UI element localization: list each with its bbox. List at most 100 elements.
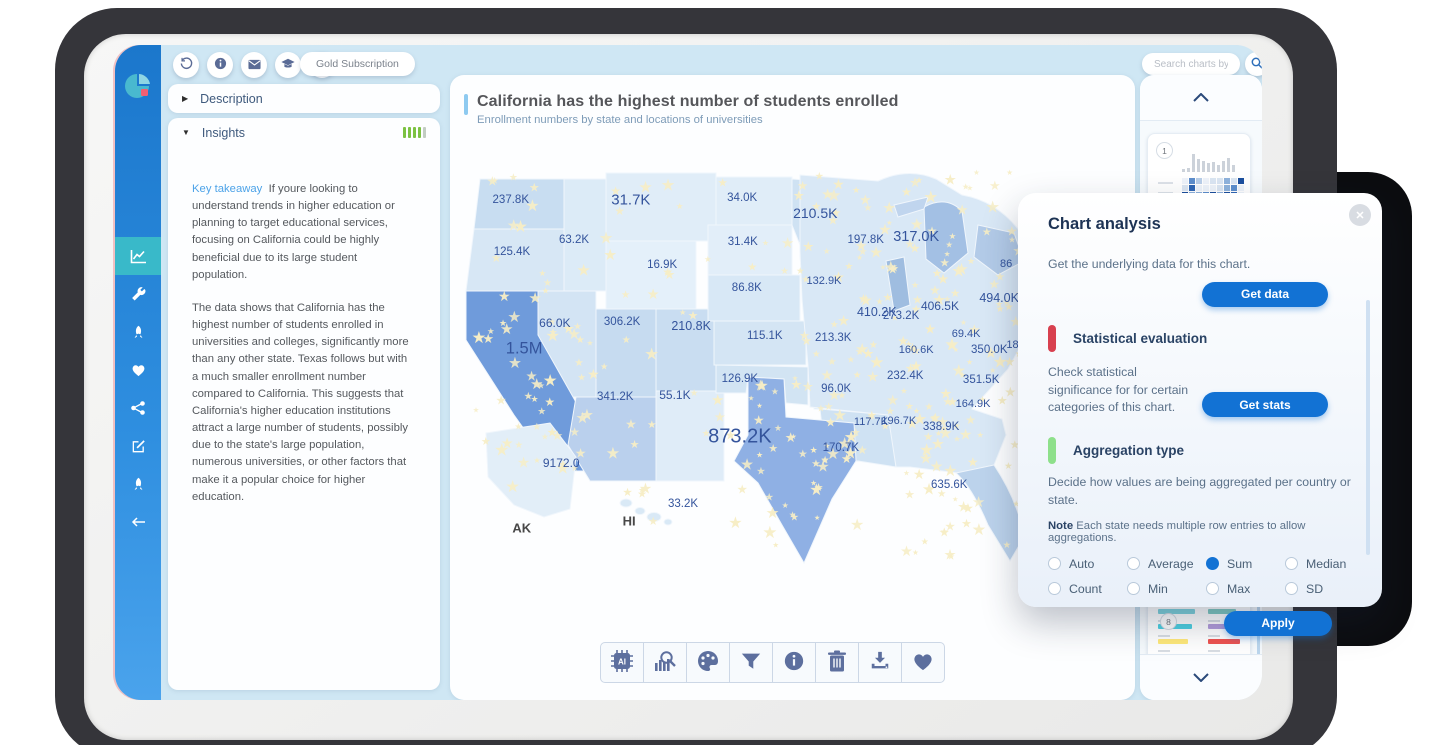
key-takeaway-label[interactable]: Key takeaway <box>192 183 262 195</box>
apply-button[interactable]: Apply <box>1224 611 1332 636</box>
us-map[interactable]: ★★★★★★★★★★★★★★★★★★★★★★★★★★★★★★★★★★★★★★★★… <box>458 165 1038 577</box>
svg-text:★: ★ <box>826 186 841 205</box>
svg-text:★: ★ <box>930 458 944 475</box>
map-value-label: 9172.0 <box>543 456 580 470</box>
download-button[interactable] <box>858 642 902 683</box>
map-value-label: 34.0K <box>727 192 757 204</box>
svg-text:★: ★ <box>529 181 540 195</box>
search-input[interactable] <box>1142 53 1240 75</box>
svg-text:★: ★ <box>972 494 986 511</box>
get-stats-button[interactable]: Get stats <box>1202 392 1328 417</box>
filter-icon <box>740 650 762 675</box>
insights-text: Key takeaway If youre looking to underst… <box>168 147 440 506</box>
scroll-down-button[interactable] <box>1140 654 1262 700</box>
svg-text:★: ★ <box>912 548 919 557</box>
svg-text:★: ★ <box>737 482 748 496</box>
close-button[interactable]: ✕ <box>1349 204 1371 226</box>
search-icon <box>1251 57 1262 72</box>
svg-text:★: ★ <box>989 178 1001 193</box>
radio-option-sd[interactable]: SD <box>1285 582 1352 596</box>
svg-text:★: ★ <box>718 177 728 189</box>
svg-text:★: ★ <box>647 287 660 303</box>
sidebar-item-back[interactable] <box>115 503 161 541</box>
radio-option-count[interactable]: Count <box>1048 582 1127 596</box>
ai-analysis-button[interactable]: AI <box>600 642 644 683</box>
scroll-up-button[interactable] <box>1140 75 1262 121</box>
sidebar-item-share[interactable] <box>115 389 161 427</box>
get-data-description: Get the underlying data for this chart. <box>1048 256 1352 274</box>
sidebar-item-edit[interactable] <box>115 427 161 465</box>
popup-scrollbar[interactable] <box>1366 300 1370 555</box>
app-logo pie-chart-logo[interactable] <box>122 71 154 103</box>
svg-text:★: ★ <box>959 427 973 444</box>
svg-text:★: ★ <box>587 367 600 383</box>
map-value-label: 350.0K <box>971 344 1007 356</box>
sidebar-item-boost[interactable] <box>115 465 161 503</box>
gold-subscription-button[interactable]: Gold Subscription <box>300 52 415 76</box>
svg-text:★: ★ <box>1004 461 1012 471</box>
svg-text:★: ★ <box>809 482 823 499</box>
svg-text:★: ★ <box>957 500 970 516</box>
svg-text:★: ★ <box>887 262 898 276</box>
sidebar-item-favorites[interactable] <box>115 351 161 389</box>
education-button[interactable] <box>275 52 301 78</box>
chart-inspect-button[interactable] <box>643 642 687 683</box>
download-icon <box>869 650 891 675</box>
svg-text:★: ★ <box>943 397 953 409</box>
svg-text:★: ★ <box>785 430 797 445</box>
map-value-label: 197.8K <box>848 234 884 246</box>
svg-text:★: ★ <box>967 455 979 470</box>
description-panel[interactable]: ▶ Description <box>168 84 440 113</box>
map-value-label: 125.4K <box>494 246 530 258</box>
chart-subtitle: Enrollment numbers by state and location… <box>477 114 898 126</box>
svg-text:★: ★ <box>952 495 958 504</box>
history-button[interactable] <box>173 52 199 78</box>
svg-text:★: ★ <box>977 430 984 439</box>
get-data-button[interactable]: Get data <box>1202 282 1328 307</box>
chart-info-button[interactable] <box>772 642 816 683</box>
map-value-label: 66.0K <box>539 316 570 330</box>
svg-text:★: ★ <box>515 440 524 451</box>
svg-text:★: ★ <box>622 487 632 499</box>
radio-option-median[interactable]: Median <box>1285 557 1352 571</box>
svg-text:★: ★ <box>574 357 584 369</box>
color-palette-button[interactable] <box>686 642 730 683</box>
radio-option-min[interactable]: Min <box>1127 582 1206 596</box>
svg-text:★: ★ <box>944 250 951 259</box>
map-value-label: 160.6K <box>899 344 934 356</box>
radio-option-max[interactable]: Max <box>1206 582 1285 596</box>
delete-chart-button[interactable] <box>815 642 859 683</box>
sidebar-nav <box>115 237 161 541</box>
svg-text:★: ★ <box>880 264 886 272</box>
radio-option-auto[interactable]: Auto <box>1048 557 1127 571</box>
filter-button[interactable] <box>729 642 773 683</box>
favorite-chart-button[interactable] <box>901 642 945 683</box>
radio-option-sum[interactable]: Sum <box>1206 557 1285 571</box>
map-value-label: 196.7K <box>881 415 916 427</box>
signal-bars-icon <box>403 127 426 138</box>
svg-text:★: ★ <box>931 436 945 453</box>
mail-button[interactable] <box>241 52 267 78</box>
stats-heading: Statistical evaluation <box>1073 331 1207 346</box>
radio-dot <box>1127 557 1140 570</box>
search-button[interactable] <box>1245 52 1262 76</box>
map-value-label: 317.0K <box>893 229 939 245</box>
svg-text:★: ★ <box>982 226 992 238</box>
svg-text:★: ★ <box>482 331 494 346</box>
sidebar-item-tools[interactable] <box>115 275 161 313</box>
map-value-label: 164.9K <box>956 398 991 410</box>
sidebar-item-charts[interactable] <box>115 237 161 275</box>
insights-header[interactable]: ▼ Insights <box>168 118 440 147</box>
chart-title: California has the highest number of stu… <box>477 93 898 111</box>
svg-text:★: ★ <box>812 348 820 359</box>
svg-text:★: ★ <box>639 481 652 498</box>
svg-text:★: ★ <box>971 521 986 539</box>
radio-option-average[interactable]: Average <box>1127 557 1206 571</box>
info-button[interactable] <box>207 52 233 78</box>
svg-text:★: ★ <box>858 292 869 306</box>
svg-text:★: ★ <box>625 417 637 432</box>
svg-text:★: ★ <box>498 289 511 305</box>
svg-text:★: ★ <box>539 268 547 278</box>
sidebar-item-launch[interactable] <box>115 313 161 351</box>
svg-text:★: ★ <box>499 318 507 328</box>
